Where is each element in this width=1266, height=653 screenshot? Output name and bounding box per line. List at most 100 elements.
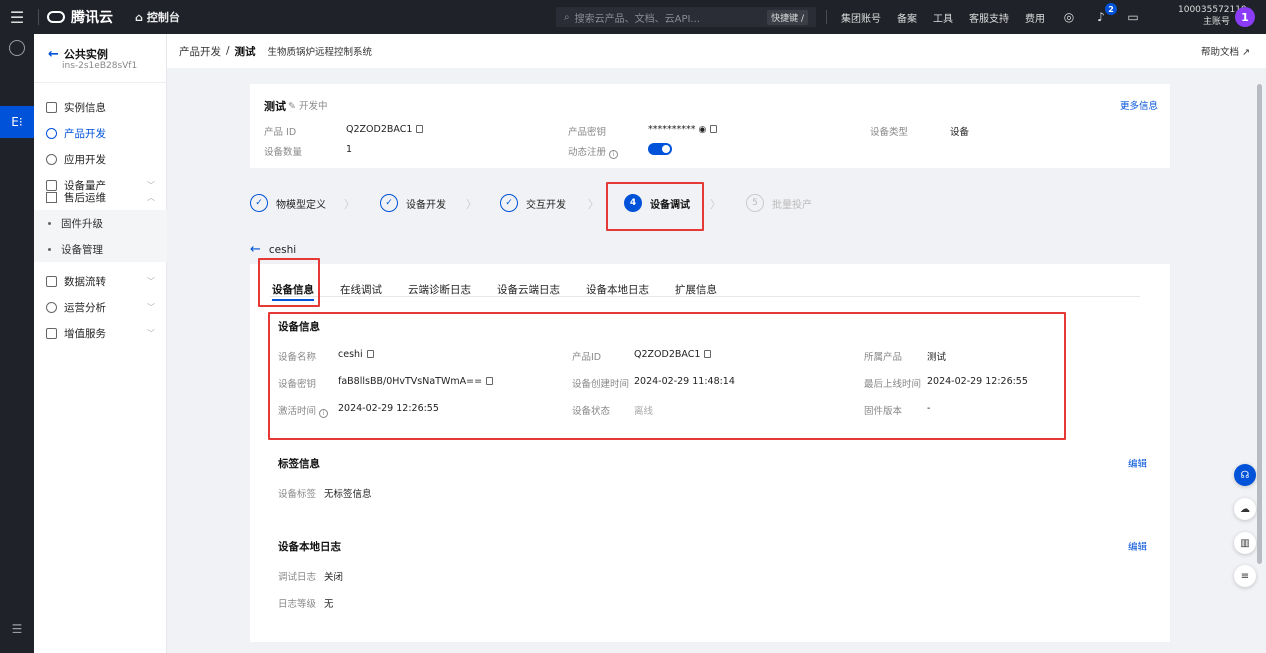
nav-group-account[interactable]: 集团账号 — [841, 10, 881, 25]
divider — [38, 9, 39, 25]
search-placeholder: 搜索云产品、文档、云API... — [574, 13, 700, 25]
breadcrumb-current: 测试 — [234, 45, 256, 58]
tab-divider — [270, 296, 1140, 297]
sidebar-item-label: 设备管理 — [61, 243, 103, 256]
divider — [34, 82, 167, 83]
nav-billing[interactable]: 费用 — [1025, 10, 1045, 25]
monitor-icon — [46, 101, 57, 113]
help-docs-link[interactable]: 帮助文档 ↗ — [1201, 44, 1250, 58]
console-link[interactable]: ⌂ 控制台 — [135, 9, 180, 25]
search-icon: ⌕ — [564, 11, 570, 23]
tags-edit-link[interactable]: 编辑 — [1128, 456, 1147, 470]
info-icon[interactable]: i — [609, 150, 619, 159]
sidebar-item-firmware[interactable]: 固件升级 — [34, 210, 167, 236]
device-count-label: 设备数量 — [264, 147, 303, 158]
sidebar-item-label: 售后运维 — [64, 191, 106, 204]
step-interaction-dev[interactable]: ✓ 交互开发 — [500, 194, 566, 212]
copy-icon[interactable] — [416, 125, 424, 133]
product-name: 测试 — [264, 100, 286, 113]
back-to-instance[interactable]: ← 公共实例 — [48, 46, 108, 62]
search-shortcut: 快捷键 / — [767, 9, 808, 25]
flow-icon — [46, 275, 57, 287]
product-card: 测试 ✎ 开发中 更多信息 产品 ID Q2ZOD2BAC1 产品密钥 ****… — [250, 84, 1170, 168]
bell-icon[interactable]: ♪ 2 — [1093, 3, 1117, 25]
copy-icon[interactable] — [710, 125, 718, 133]
sidebar-item-instance-info[interactable]: 实例信息 — [34, 94, 167, 120]
instance-title: 公共实例 — [63, 48, 108, 61]
sidebar-item-device-management[interactable]: 设备管理 — [34, 236, 167, 262]
message-icon[interactable]: ▭ — [1125, 9, 1141, 25]
breadcrumb: 产品开发 / 测试 生物质锅炉远程控制系统 帮助文档 ↗ — [167, 34, 1266, 68]
product-id-value: Q2ZOD2BAC1 — [346, 124, 424, 135]
app-icon — [46, 153, 57, 165]
product-secret-text: ********** — [648, 124, 696, 135]
status-label: 开发中 — [298, 101, 328, 112]
cloud-icon[interactable]: ☁ — [1234, 498, 1256, 520]
check-icon: ✓ — [500, 194, 518, 212]
sidebar-item-analytics[interactable]: 运营分析 ﹀ — [34, 294, 167, 320]
log-level-value: 无 — [324, 599, 334, 610]
pencil-icon[interactable]: ✎ — [288, 101, 299, 112]
product-description: 生物质锅炉远程控制系统 — [267, 47, 373, 58]
book-icon[interactable]: ▥ — [1234, 532, 1256, 554]
step-label: 设备开发 — [406, 199, 446, 211]
scrollbar[interactable] — [1257, 84, 1262, 564]
nav-tools[interactable]: 工具 — [933, 10, 953, 25]
service-icon[interactable] — [9, 40, 25, 56]
account-info[interactable]: 100035572119 主账号 — [1178, 4, 1247, 28]
product-secret-value: ********** ◉ — [648, 124, 718, 135]
dynamic-register-label: 动态注册 i — [568, 144, 619, 159]
sidebar-item-value-added[interactable]: 增值服务 ﹀ — [34, 320, 167, 346]
tags-label: 设备标签 — [278, 489, 317, 500]
chevron-right-icon: 〉 — [344, 198, 355, 211]
device-back[interactable]: ← ceshi — [250, 242, 296, 257]
notification-badge: 2 — [1105, 3, 1117, 15]
nav-support[interactable]: 客服支持 — [969, 10, 1009, 25]
list-icon[interactable]: ≡ — [1234, 565, 1256, 587]
tab-device-local-log[interactable]: 设备本地日志 — [586, 282, 649, 296]
top-nav: 集团账号 备案 工具 客服支持 费用 ◎ ♪ 2 ▭ — [826, 0, 1157, 34]
search-input[interactable]: ⌕ 搜索云产品、文档、云API... 快捷键 / — [556, 7, 816, 27]
eye-icon[interactable]: ◉ — [699, 125, 707, 135]
step-mass-production[interactable]: 5 批量投产 — [746, 194, 812, 212]
step-device-dev[interactable]: ✓ 设备开发 — [380, 194, 446, 212]
compass-icon[interactable]: ◎ — [1061, 9, 1077, 25]
dynamic-register-toggle[interactable] — [648, 143, 672, 155]
sidebar-item-label: 应用开发 — [64, 153, 106, 166]
product-id-text: Q2ZOD2BAC1 — [346, 124, 413, 135]
tab-extension-info[interactable]: 扩展信息 — [675, 282, 717, 296]
avatar[interactable]: 1 — [1235, 7, 1255, 27]
account-role: 主账号 — [1202, 17, 1230, 27]
local-log-edit-link[interactable]: 编辑 — [1128, 539, 1147, 553]
device-type-label: 设备类型 — [870, 127, 909, 138]
collapse-icon[interactable]: ☰ — [0, 613, 34, 645]
menu-icon[interactable]: ☰ — [0, 0, 34, 34]
tab-cloud-diagnosis-log[interactable]: 云端诊断日志 — [408, 282, 471, 296]
home-icon: ⌂ — [135, 10, 143, 24]
chevron-down-icon: ﹀ — [147, 328, 155, 338]
sidebar-item-data-flow[interactable]: 数据流转 ﹀ — [34, 268, 167, 294]
tab-online-debug[interactable]: 在线调试 — [340, 282, 382, 296]
product-id-label: 产品 ID — [264, 127, 297, 138]
more-info-link[interactable]: 更多信息 — [1120, 98, 1158, 112]
iot-explorer-icon[interactable]: E⁝ — [0, 106, 34, 138]
device-type-value: 设备 — [950, 127, 970, 138]
sidebar-item-product-dev[interactable]: 产品开发 — [34, 120, 167, 146]
device-tabs: 设备信息 在线调试 云端诊断日志 设备云端日志 设备本地日志 扩展信息 — [272, 282, 743, 301]
nav-filing[interactable]: 备案 — [897, 10, 917, 25]
chevron-right-icon: 〉 — [588, 198, 599, 211]
step-model-definition[interactable]: ✓ 物模型定义 — [250, 194, 326, 212]
divider — [826, 10, 827, 24]
sidebar-item-app-dev[interactable]: 应用开发 — [34, 146, 167, 172]
tab-device-cloud-log[interactable]: 设备云端日志 — [497, 282, 560, 296]
external-link-icon: ↗ — [1242, 47, 1250, 58]
chevron-down-icon: ﹀ — [147, 302, 155, 312]
instance-id: ins-2s1eB28sVf1 — [62, 61, 138, 71]
headset-icon[interactable]: ☊ — [1234, 464, 1256, 486]
sidebar-item-after-sales-ops[interactable]: 售后运维 ︿ — [34, 184, 167, 210]
warning-icon — [46, 191, 57, 203]
highlight-box — [606, 182, 704, 231]
breadcrumb-root[interactable]: 产品开发 — [179, 44, 221, 59]
sidebar-item-label: 增值服务 — [64, 327, 106, 340]
brand-logo[interactable]: 腾讯云 — [47, 7, 113, 27]
